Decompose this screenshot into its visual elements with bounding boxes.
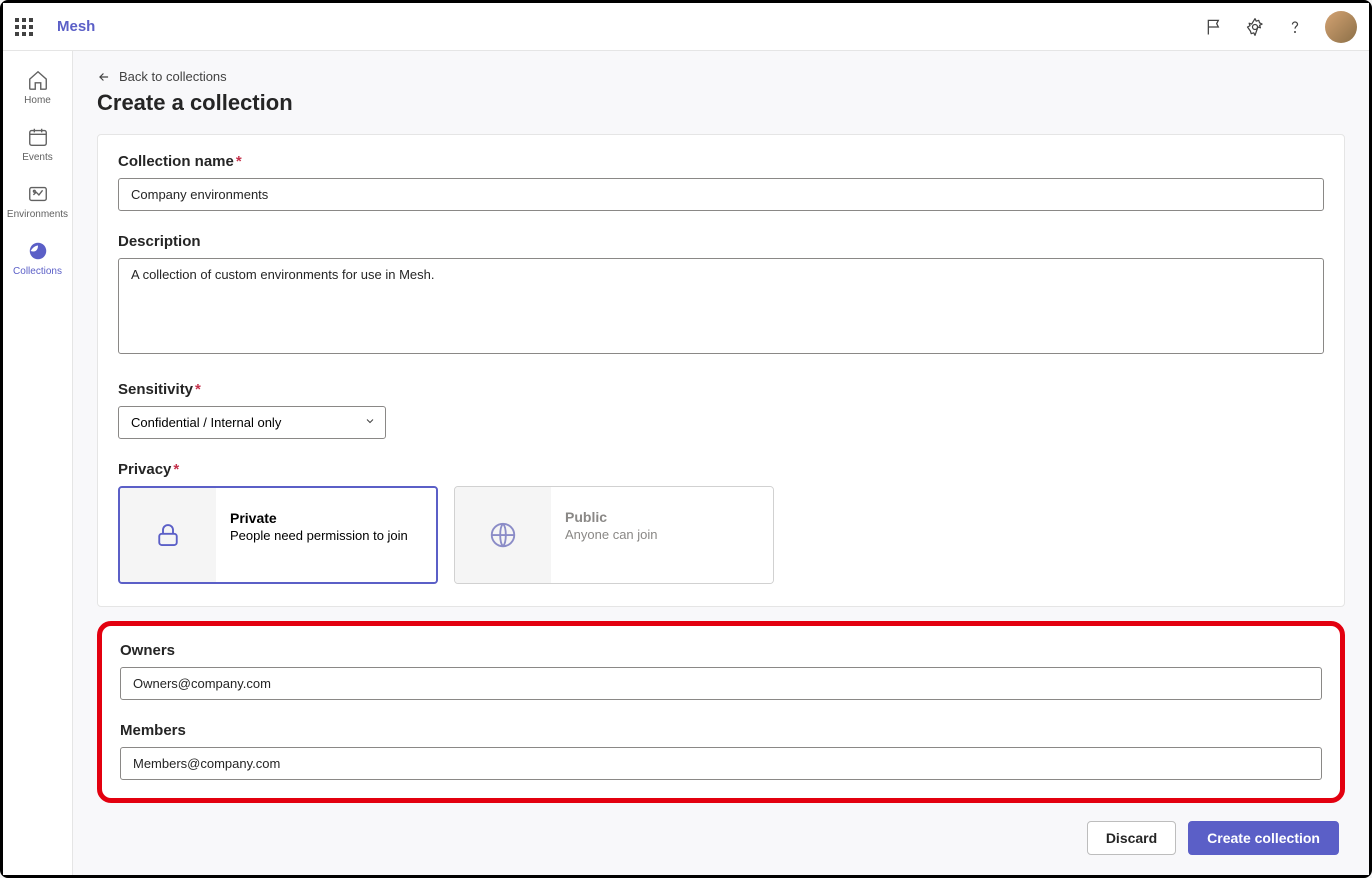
privacy-public-desc: Anyone can join: [565, 527, 759, 542]
description-textarea[interactable]: A collection of custom environments for …: [118, 258, 1324, 354]
app-title: Mesh: [57, 18, 95, 35]
back-link-label: Back to collections: [119, 69, 227, 84]
footer-buttons: Discard Create collection: [97, 811, 1345, 869]
help-icon[interactable]: [1285, 17, 1305, 37]
owners-label: Owners: [120, 642, 1322, 659]
environments-icon: [27, 183, 49, 205]
members-input[interactable]: [120, 747, 1322, 780]
collections-icon: [27, 240, 49, 262]
sensitivity-select[interactable]: [118, 406, 386, 439]
privacy-label: Privacy*: [118, 461, 1324, 478]
description-label: Description: [118, 233, 1324, 250]
discard-button[interactable]: Discard: [1087, 821, 1176, 855]
sidebar-item-environments[interactable]: Environments: [3, 173, 72, 230]
privacy-option-public[interactable]: Public Anyone can join: [454, 486, 774, 584]
sidebar-item-collections[interactable]: Collections: [3, 230, 72, 287]
sidebar-item-label: Events: [22, 152, 53, 163]
top-bar: Mesh: [3, 3, 1369, 51]
sidebar-item-label: Home: [24, 95, 51, 106]
sidebar-item-home[interactable]: Home: [3, 59, 72, 116]
back-to-collections-link[interactable]: Back to collections: [97, 69, 1345, 84]
collection-name-label: Collection name*: [118, 153, 1324, 170]
members-label: Members: [120, 722, 1322, 739]
collection-name-input[interactable]: [118, 178, 1324, 211]
sidebar-item-events[interactable]: Events: [3, 116, 72, 173]
owners-input[interactable]: [120, 667, 1322, 700]
privacy-private-desc: People need permission to join: [230, 528, 422, 543]
globe-icon: [488, 520, 518, 550]
sidebar-item-label: Collections: [13, 266, 62, 277]
page-title: Create a collection: [97, 90, 1345, 116]
app-launcher-icon[interactable]: [15, 18, 33, 36]
privacy-private-title: Private: [230, 510, 422, 526]
lock-icon: [153, 520, 183, 550]
form-card-main: Collection name* Description A collectio…: [97, 134, 1345, 607]
sidebar-item-label: Environments: [7, 209, 68, 220]
sensitivity-label: Sensitivity*: [118, 381, 1324, 398]
flag-icon[interactable]: [1205, 17, 1225, 37]
arrow-left-icon: [97, 70, 111, 84]
create-collection-button[interactable]: Create collection: [1188, 821, 1339, 855]
privacy-public-title: Public: [565, 509, 759, 525]
home-icon: [27, 69, 49, 91]
privacy-option-private[interactable]: Private People need permission to join: [118, 486, 438, 584]
avatar[interactable]: [1325, 11, 1357, 43]
calendar-icon: [27, 126, 49, 148]
sidebar: Home Events Environments Collections: [3, 51, 73, 875]
gear-icon[interactable]: [1245, 17, 1265, 37]
content-area: Back to collections Create a collection …: [73, 51, 1369, 875]
owners-members-card: Owners Members: [97, 621, 1345, 803]
